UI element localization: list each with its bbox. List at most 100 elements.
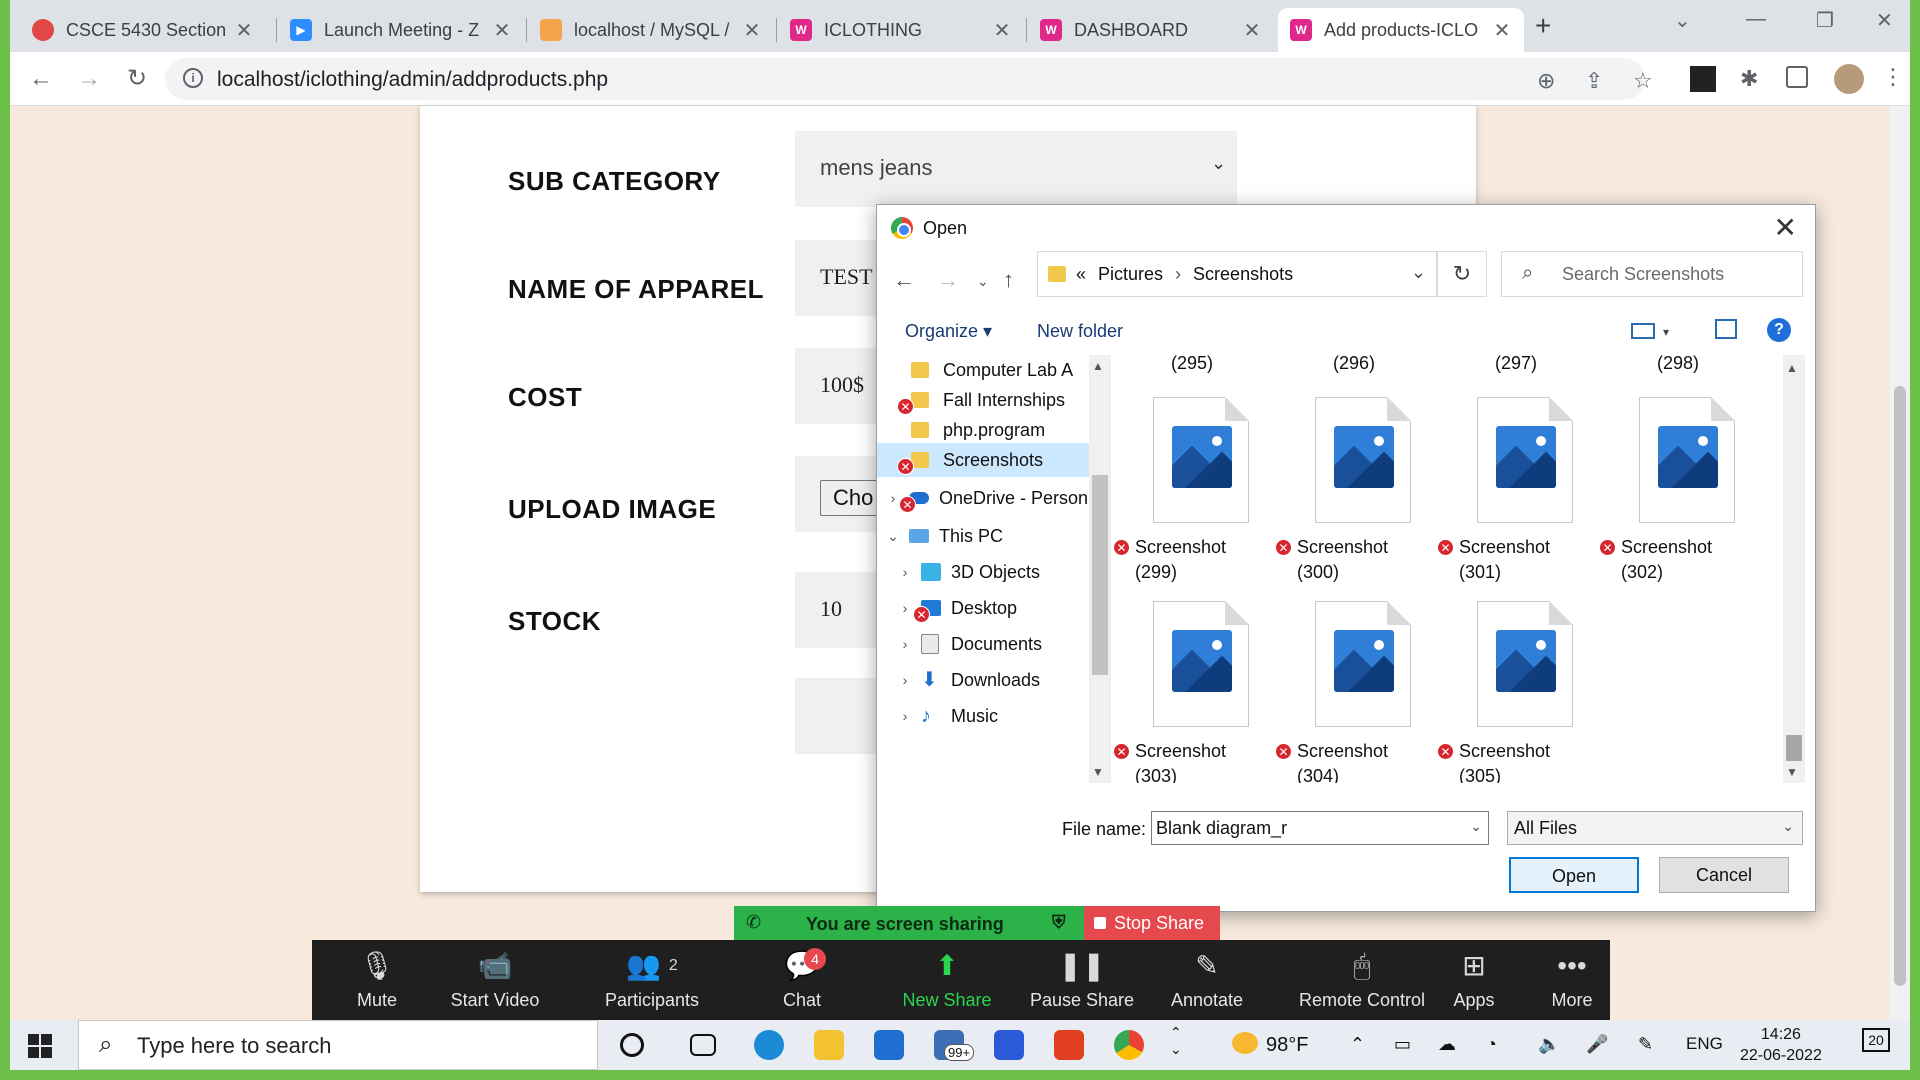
preview-pane-icon[interactable]: [1715, 319, 1737, 339]
close-icon[interactable]: ✕: [992, 18, 1012, 43]
file-item[interactable]: ✕ Screenshot (305): [1437, 601, 1577, 783]
stop-share-button[interactable]: Stop Share: [1084, 906, 1220, 940]
extension-lh-icon[interactable]: [1690, 66, 1716, 92]
file-label-partial[interactable]: (296): [1333, 355, 1375, 374]
up-arrow-icon[interactable]: ↑: [1003, 267, 1014, 293]
file-item[interactable]: ✕ Screenshot (302): [1599, 397, 1739, 587]
menu-icon[interactable]: ⋮: [1882, 64, 1908, 90]
zoom-icon[interactable]: ⊕: [1537, 68, 1555, 94]
file-item[interactable]: ✕ Screenshot (301): [1437, 397, 1577, 587]
help-icon[interactable]: ?: [1767, 318, 1791, 342]
tab-add-products[interactable]: W Add products-ICLO ✕: [1278, 8, 1524, 52]
language-indicator[interactable]: ENG: [1686, 1034, 1723, 1054]
close-icon[interactable]: ✕: [492, 18, 512, 43]
tab-dashboard[interactable]: W DASHBOARD ✕: [1028, 8, 1274, 52]
screen-sharing-banner[interactable]: ✆ You are screen sharing ⛨: [734, 906, 1084, 940]
battery-icon[interactable]: ▭: [1394, 1034, 1411, 1055]
chevron-up-icon[interactable]: ⌃: [1350, 1034, 1365, 1055]
temperature[interactable]: 98°F: [1266, 1034, 1308, 1057]
microphone-icon[interactable]: 🎤: [1586, 1034, 1608, 1055]
chevron-right-icon[interactable]: ›: [897, 708, 913, 724]
file-label-partial[interactable]: (297): [1495, 355, 1537, 374]
tab-csce[interactable]: CSCE 5430 Section ✕: [20, 8, 266, 52]
dialog-close-button[interactable]: ✕: [1774, 211, 1797, 244]
annotate-button[interactable]: ✎ Annotate: [1147, 940, 1267, 1020]
tree-item-fall-internships[interactable]: ✕ Fall Internships: [877, 383, 1089, 417]
scroll-up-icon[interactable]: ▲: [1092, 359, 1104, 373]
forward-button[interactable]: →: [72, 62, 106, 96]
breadcrumb[interactable]: « Pictures › Screenshots ⌄: [1037, 251, 1437, 297]
breadcrumb-overflow[interactable]: «: [1076, 264, 1086, 285]
view-options-icon[interactable]: [1631, 323, 1655, 339]
close-icon[interactable]: ✕: [742, 18, 762, 43]
back-button[interactable]: ←: [24, 62, 58, 96]
new-folder-button[interactable]: New folder: [1037, 321, 1123, 342]
reload-button[interactable]: ↻: [120, 62, 154, 96]
file-item[interactable]: ✕ Screenshot (304): [1275, 601, 1415, 783]
edge-icon[interactable]: [754, 1030, 784, 1060]
chrome-taskbar-icon[interactable]: [1114, 1030, 1144, 1060]
chevron-down-icon[interactable]: ⌄: [885, 528, 901, 545]
window-close-button[interactable]: ✕: [1876, 8, 1893, 33]
tree-item-desktop[interactable]: › ✕ Desktop: [897, 591, 1089, 625]
clock[interactable]: 14:26 22-06-2022: [1740, 1024, 1822, 1066]
address-bar[interactable]: i localhost/iclothing/admin/addproducts.…: [165, 58, 1653, 100]
tab-phpmyadmin[interactable]: localhost / MySQL / ✕: [528, 8, 774, 52]
chevron-right-icon[interactable]: ›: [897, 564, 913, 580]
start-video-button[interactable]: 📹 Start Video: [420, 940, 570, 1020]
file-item[interactable]: ✕ Screenshot (303): [1113, 601, 1253, 783]
chevron-right-icon[interactable]: ›: [897, 636, 913, 652]
open-button[interactable]: Open: [1509, 857, 1639, 893]
back-arrow-icon[interactable]: ←: [893, 267, 915, 293]
side-panel-icon[interactable]: [1786, 66, 1808, 88]
forward-arrow-icon[interactable]: →: [937, 267, 959, 293]
pause-share-button[interactable]: ❚❚ Pause Share: [1012, 940, 1152, 1020]
breadcrumb-screenshots[interactable]: Screenshots: [1193, 264, 1293, 285]
cancel-button[interactable]: Cancel: [1659, 857, 1789, 893]
share-icon[interactable]: ⇪: [1585, 68, 1603, 94]
mail-icon[interactable]: 99+: [934, 1030, 975, 1061]
file-name-input[interactable]: Blank diagram_r ⌄: [1151, 811, 1489, 845]
organize-button[interactable]: Organize ▾: [905, 321, 992, 342]
breadcrumb-pictures[interactable]: Pictures: [1098, 264, 1163, 285]
url-text[interactable]: localhost/iclothing/admin/addproducts.ph…: [217, 68, 608, 92]
chevron-down-icon[interactable]: ⌄: [1411, 262, 1426, 283]
visual-studio-icon[interactable]: [994, 1030, 1024, 1060]
network-error-icon[interactable]: ☁: [1438, 1034, 1456, 1055]
scroll-down-icon[interactable]: ▼: [1786, 765, 1798, 779]
sub-category-select[interactable]: mens jeans ⌄: [795, 131, 1237, 207]
files-scrollbar[interactable]: ▲ ▼: [1783, 355, 1805, 783]
volume-icon[interactable]: 🔈: [1538, 1034, 1560, 1055]
cortana-icon[interactable]: [620, 1033, 644, 1057]
participants-button[interactable]: 👥 2 Participants: [572, 940, 732, 1020]
windows-start-icon[interactable]: [28, 1034, 52, 1058]
wifi-icon[interactable]: ◔: [1486, 1034, 1497, 1055]
tree-scrollbar[interactable]: ▲ ▼: [1089, 355, 1111, 783]
chat-button[interactable]: 💬 4 Chat: [732, 940, 872, 1020]
tab-iclothing[interactable]: W ICLOTHING ✕: [778, 8, 1024, 52]
close-icon[interactable]: ✕: [1492, 18, 1512, 43]
close-icon[interactable]: ✕: [234, 18, 254, 43]
close-icon[interactable]: ✕: [1242, 18, 1262, 43]
store-icon[interactable]: [874, 1030, 904, 1060]
restore-button[interactable]: ❐: [1816, 8, 1834, 33]
tree-item-3d-objects[interactable]: › 3D Objects: [897, 555, 1089, 589]
extensions-icon[interactable]: ✱: [1740, 66, 1766, 92]
tab-search-icon[interactable]: ⌄: [1674, 8, 1691, 33]
more-button[interactable]: ••• More: [1522, 940, 1622, 1020]
file-explorer-icon[interactable]: [814, 1030, 844, 1060]
pen-icon[interactable]: ✎: [1638, 1034, 1653, 1055]
new-tab-button[interactable]: +: [1535, 10, 1551, 42]
file-item[interactable]: ✕ Screenshot (300): [1275, 397, 1415, 587]
tray-scroll-icon[interactable]: ⌃ ⌄: [1170, 1024, 1182, 1058]
avatar[interactable]: [1834, 64, 1864, 94]
taskbar-search-input[interactable]: ⌕ Type here to search: [78, 1020, 598, 1070]
apps-button[interactable]: ⊞ Apps: [1424, 940, 1524, 1020]
chevron-down-icon[interactable]: ▾: [1663, 325, 1669, 339]
search-input[interactable]: ⌕ Search Screenshots: [1501, 251, 1803, 297]
tree-item-screenshots[interactable]: ✕ Screenshots: [877, 443, 1089, 477]
file-label-partial[interactable]: (298): [1657, 355, 1699, 374]
office-icon[interactable]: [1054, 1030, 1084, 1060]
refresh-button[interactable]: ↻: [1437, 251, 1487, 297]
file-type-select[interactable]: All Files ⌄: [1507, 811, 1803, 845]
